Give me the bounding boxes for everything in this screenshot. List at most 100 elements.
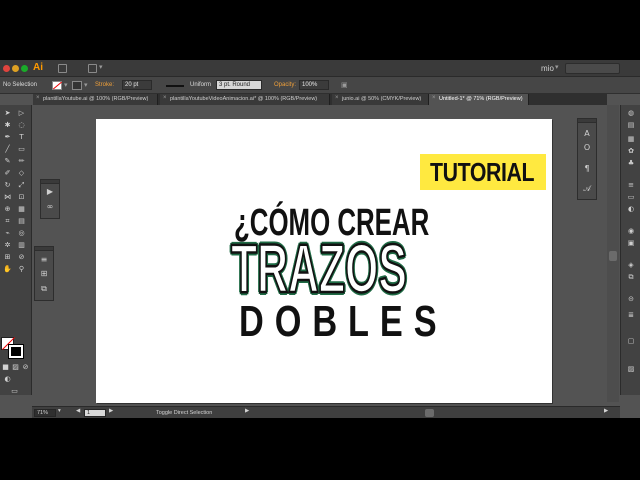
gradient-tool-icon[interactable]: ▤: [17, 217, 26, 226]
opacity-label[interactable]: Opacity:: [274, 82, 296, 88]
paragraph-panel-icon[interactable]: ¶: [581, 164, 593, 173]
screen-mode-icon[interactable]: ▭: [10, 387, 19, 396]
magic-wand-tool-icon[interactable]: ✱: [3, 121, 12, 130]
links-panel-icon[interactable]: ⊝: [626, 295, 636, 304]
symbol-sprayer-tool-icon[interactable]: ✲: [3, 241, 12, 250]
link-icon[interactable]: ∞: [44, 202, 56, 211]
chevron-down-icon[interactable]: ▾: [555, 63, 559, 71]
draw-mode-icon[interactable]: ◐: [3, 375, 12, 384]
none-mode-icon[interactable]: ⊘: [21, 363, 30, 372]
blob-brush-tool-icon[interactable]: ✐: [3, 169, 12, 178]
column-graph-tool-icon[interactable]: ▥: [17, 241, 26, 250]
eraser-tool-icon[interactable]: ◇: [17, 169, 26, 178]
zoom-tool-icon[interactable]: ⚲: [17, 265, 26, 274]
minimize-window-button[interactable]: [12, 65, 19, 72]
brushes-panel-icon[interactable]: ✿: [626, 147, 636, 156]
headline-line-3[interactable]: DOBLES: [239, 297, 448, 347]
pen-tool-icon[interactable]: ✒: [3, 133, 12, 142]
tab-document[interactable]: × junio.ai @ 50% (CMYK/Preview): [332, 94, 429, 105]
workspace-switcher[interactable]: mio: [541, 64, 554, 73]
chevron-down-icon[interactable]: ▾: [99, 63, 103, 71]
next-artboard-icon[interactable]: ▶: [109, 408, 113, 414]
color-panel-icon[interactable]: ▤: [626, 121, 636, 130]
pencil-tool-icon[interactable]: ✏: [17, 157, 26, 166]
fill-swatch[interactable]: [52, 81, 62, 90]
play-icon[interactable]: ▶: [44, 187, 56, 196]
chevron-down-icon[interactable]: ▾: [64, 81, 68, 89]
stroke-panel-icon[interactable]: ≡: [626, 181, 636, 190]
gradient-panel-icon[interactable]: ▭: [626, 193, 636, 202]
graphic-styles-icon[interactable]: ▣: [341, 81, 348, 89]
close-window-button[interactable]: [3, 65, 10, 72]
free-transform-tool-icon[interactable]: ⊡: [17, 193, 26, 202]
slice-tool-icon[interactable]: ⊘: [17, 253, 26, 262]
status-menu-arrow-icon[interactable]: ▶: [245, 408, 249, 414]
arrange-documents-icon[interactable]: [88, 64, 97, 73]
scroll-right-icon[interactable]: ▶: [604, 408, 608, 414]
close-icon[interactable]: ×: [335, 95, 339, 101]
tab-document[interactable]: × plantillaYoutube.ai @ 100% (RGB/Previe…: [33, 94, 158, 105]
vertical-scrollbar[interactable]: [607, 105, 619, 402]
panel-grip[interactable]: [578, 119, 596, 123]
stroke-weight-field[interactable]: 20 pt: [122, 80, 152, 90]
artboard-tool-icon[interactable]: ⊞: [3, 253, 12, 262]
horizontal-scroll-thumb[interactable]: [425, 409, 434, 417]
type-tool-icon[interactable]: T: [17, 133, 26, 142]
stroke-swatch[interactable]: [72, 81, 82, 90]
stroke-color-box[interactable]: [8, 344, 24, 359]
artboards-panel-icon[interactable]: ⧉: [626, 273, 636, 282]
previous-artboard-icon[interactable]: ◀: [76, 408, 80, 414]
color-guide-icon[interactable]: ◍: [626, 109, 636, 118]
layers-panel-icon[interactable]: ◈: [626, 261, 636, 270]
scale-tool-icon[interactable]: ⤢: [17, 181, 26, 190]
symbols-panel-icon[interactable]: ♣: [626, 159, 636, 168]
lasso-tool-icon[interactable]: ◌: [17, 121, 26, 130]
close-icon[interactable]: ×: [163, 95, 167, 101]
panel-grip[interactable]: [41, 180, 59, 184]
perspective-grid-tool-icon[interactable]: ▦: [17, 205, 26, 214]
fill-stroke-control[interactable]: [1, 337, 25, 359]
tutorial-badge[interactable]: TUTORIAL: [420, 154, 546, 190]
color-mode-icon[interactable]: ■: [1, 363, 10, 372]
artboard-number-field[interactable]: 1: [84, 409, 106, 417]
search-input[interactable]: [565, 63, 620, 74]
align-icon[interactable]: ≡: [38, 255, 50, 264]
vertical-scroll-thumb[interactable]: [609, 251, 617, 261]
asset-export-icon[interactable]: ≣: [626, 311, 636, 320]
selection-tool-icon[interactable]: ➤: [3, 109, 12, 118]
glyphs-panel-icon[interactable]: 𝒜: [581, 184, 593, 194]
close-icon[interactable]: ×: [432, 95, 436, 101]
rotate-tool-icon[interactable]: ↻: [3, 181, 12, 190]
direct-selection-tool-icon[interactable]: ▷: [17, 109, 26, 118]
chevron-down-icon[interactable]: ▾: [84, 81, 88, 89]
transform-icon[interactable]: ⊞: [38, 269, 50, 278]
artboard[interactable]: TUTORIAL ¿CÓMO CREAR TRAZOS DOBLES: [96, 119, 552, 403]
transparency-panel-icon[interactable]: ◐: [626, 205, 636, 214]
stroke-label[interactable]: Stroke:: [95, 82, 114, 88]
eyedropper-tool-icon[interactable]: ⌁: [3, 229, 12, 238]
navigator-panel-icon[interactable]: ▨: [626, 365, 636, 374]
opacity-field[interactable]: 100%: [299, 80, 329, 90]
brush-definition-select[interactable]: 3 pt. Round: [216, 80, 262, 90]
libraries-panel-icon[interactable]: ▢: [626, 337, 636, 346]
paintbrush-tool-icon[interactable]: ✎: [3, 157, 12, 166]
character-panel-icon[interactable]: A: [581, 129, 593, 138]
opentype-panel-icon[interactable]: O: [581, 143, 593, 152]
tab-document[interactable]: × plantillaYoutubeVideoAnimacion.ai* @ 1…: [160, 94, 330, 105]
shape-builder-tool-icon[interactable]: ⊕: [3, 205, 12, 214]
pathfinder-icon[interactable]: ⧉: [38, 284, 50, 294]
bridge-icon[interactable]: [58, 64, 67, 73]
line-tool-icon[interactable]: ╱: [3, 145, 12, 154]
close-icon[interactable]: ×: [36, 95, 40, 101]
tab-document-active[interactable]: × Untitled-1* @ 71% (RGB/Preview): [429, 94, 529, 105]
panel-grip[interactable]: [35, 247, 53, 251]
maximize-window-button[interactable]: [21, 65, 28, 72]
rectangle-tool-icon[interactable]: ▭: [17, 145, 26, 154]
hand-tool-icon[interactable]: ✋: [3, 265, 12, 274]
appearance-panel-icon[interactable]: ◉: [626, 227, 636, 236]
blend-tool-icon[interactable]: ◎: [17, 229, 26, 238]
zoom-level-field[interactable]: 71%: [34, 409, 56, 417]
chevron-down-icon[interactable]: ▾: [58, 408, 61, 414]
swatches-panel-icon[interactable]: ▦: [626, 135, 636, 144]
width-tool-icon[interactable]: ⋈: [3, 193, 12, 202]
